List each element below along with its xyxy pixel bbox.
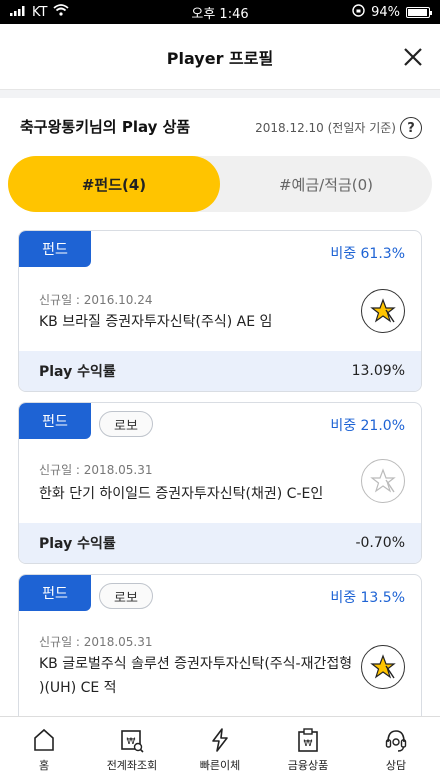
fund-name-line-1: KB 글로벌주식 솔루션 증권자투자신탁(주식-재간접형 [39,656,353,672]
page-title: Player 프로필 [166,48,274,68]
main-content: 축구왕통키님의 Play 상품 2018.12.10 (전일자 기준) ? #펀… [0,98,440,716]
tabbar-item-home[interactable]: 홈 [0,717,88,783]
star-icon[interactable] [361,645,405,689]
robo-badge: 로보 [99,411,153,437]
product-tabs: #펀드(4) #예금/적금(0) [8,156,432,212]
fund-badge: 펀드 [19,575,91,611]
status-left: KT [10,4,70,20]
status-bar: KT 오후 1:46 94% [0,0,440,24]
battery-icon [406,6,432,18]
tabbar-item-accounts[interactable]: ₩ 전계좌조회 [88,717,176,783]
help-icon[interactable]: ? [400,117,422,139]
yield-row: Play 수익률 -0.70% [19,523,421,563]
tabbar-item-consult[interactable]: 상담 [352,717,440,783]
fund-name: KB 브라질 증권자투자신탁(주식) AE 임 [39,314,273,330]
products-header: 축구왕통키님의 Play 상품 2018.12.10 (전일자 기준) ? [0,98,440,156]
star-outline-icon[interactable] [361,459,405,503]
card-badges: 펀드 로보 [19,575,153,611]
yield-row: Play 수익률 13.09% [19,351,421,391]
weight-value: 비중 61.3% [330,246,405,262]
fund-name: 한화 단기 하이일드 증권자투자신탁(채권) C-E인 [39,486,324,502]
financial-product-icon: ₩ [298,728,318,752]
yield-label: Play 수익률 [39,364,116,380]
home-icon [34,728,54,751]
fund-card[interactable]: 펀드 비중 61.3% 신규일 : 2016.10.24 KB 브라질 증권자투… [18,230,422,392]
yield-value: 13.09% [351,363,405,379]
weight-value: 비중 21.0% [330,418,405,434]
headset-icon [385,730,407,752]
fund-badge: 펀드 [19,231,91,267]
close-icon[interactable] [400,44,426,70]
tabbar-label: 전계좌조회 [106,759,158,772]
battery-percent: 94% [371,4,400,20]
tab-deposit-savings[interactable]: #예금/적금(0) [220,156,432,212]
fund-card[interactable]: 펀드 로보 비중 21.0% 신규일 : 2018.05.31 한화 단기 하이… [18,402,422,564]
yield-label: Play 수익률 [39,536,116,552]
card-badges: 펀드 로보 [19,403,153,439]
weight-value: 비중 13.5% [330,590,405,606]
tabbar-label: 금융상품 [287,759,329,772]
rotation-lock-icon [352,3,365,21]
bottom-tab-bar: 홈 ₩ 전계좌조회 빠른이체 ₩ 금융상품 상담 [0,716,440,783]
star-icon[interactable] [361,289,405,333]
lightning-icon [212,728,228,752]
tabbar-label: 빠른이체 [199,759,241,772]
header: Player 프로필 [0,24,440,90]
yield-value: -0.70% [355,535,405,551]
robo-badge: 로보 [99,583,153,609]
status-right: 94% [352,3,432,21]
products-date: 2018.12.10 (전일자 기준) [255,121,396,135]
fund-card[interactable]: 펀드 로보 비중 13.5% 신규일 : 2018.05.31 KB 글로벌주식… [18,574,422,716]
account-search-icon: ₩ [121,730,144,753]
open-date: 신규일 : 2018.05.31 [39,635,153,649]
tab-fund[interactable]: #펀드(4) [8,156,220,212]
fund-name-line-2: )(UH) CE 적 [39,680,117,696]
battery-fill [408,8,427,16]
open-date: 신규일 : 2016.10.24 [39,293,153,307]
tabbar-label: 상담 [385,759,407,772]
card-badges: 펀드 [19,231,91,267]
products-title: 축구왕통키님의 Play 상품 [20,118,191,136]
svg-text:₩: ₩ [304,739,313,749]
tabbar-item-transfer[interactable]: 빠른이체 [176,717,264,783]
wifi-icon [53,4,70,20]
carrier-label: KT [32,4,48,20]
open-date: 신규일 : 2018.05.31 [39,463,153,477]
signal-icon [10,5,26,20]
fund-badge: 펀드 [19,403,91,439]
tabbar-label: 홈 [38,759,50,772]
tabbar-item-products[interactable]: ₩ 금융상품 [264,717,352,783]
